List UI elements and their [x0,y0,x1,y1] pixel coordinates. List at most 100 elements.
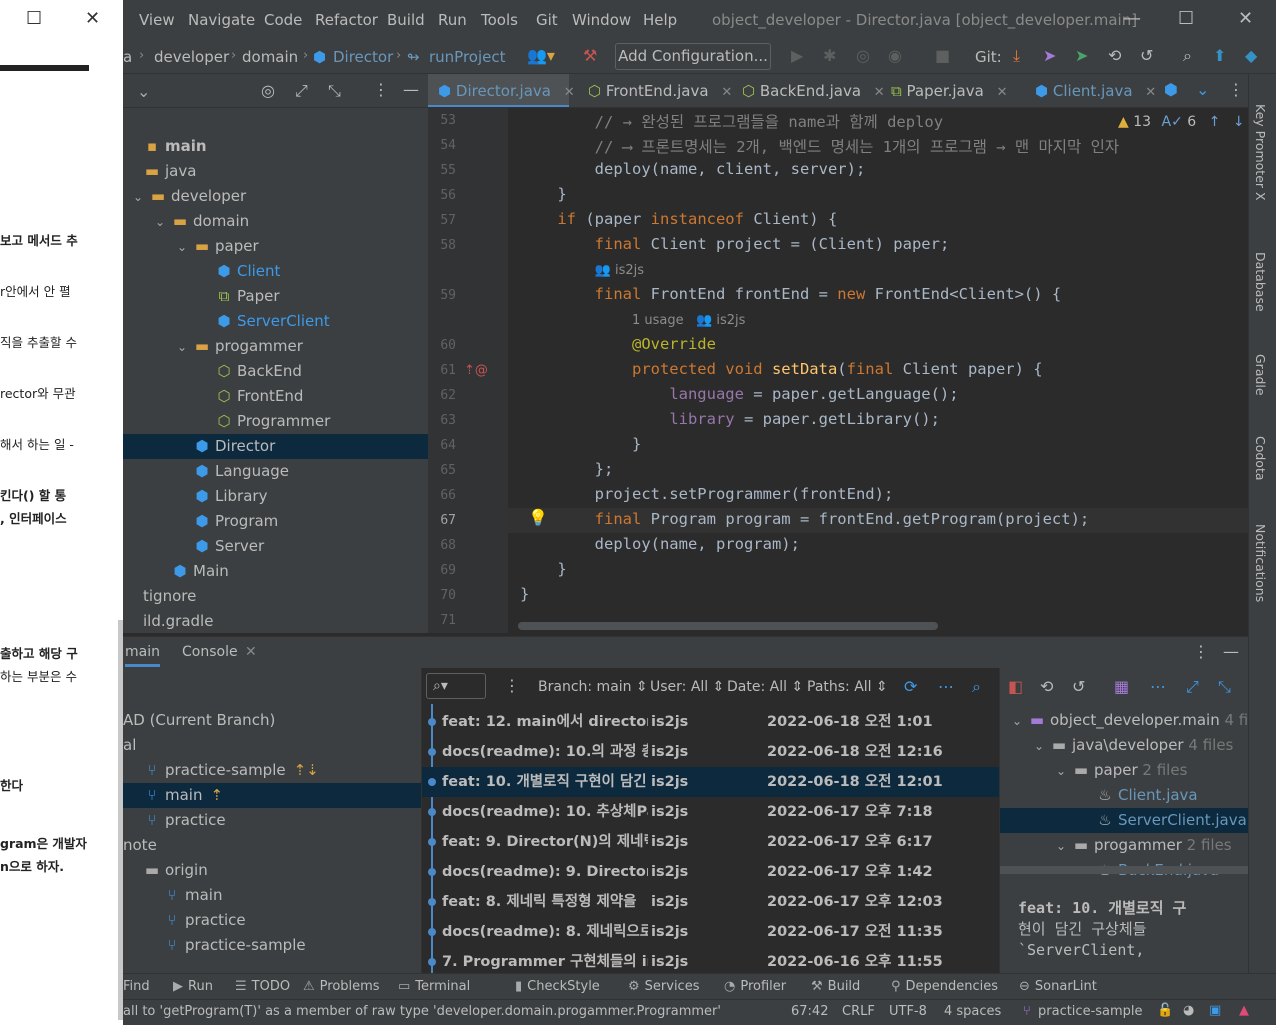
breadcrumb-root[interactable]: a [123,48,132,66]
expand-all-icon[interactable]: ⤢ [1186,677,1199,697]
chevron-down-icon[interactable]: ⌄ [1012,709,1028,734]
users-icon[interactable]: 👥▾ [527,46,555,65]
inspection-widget[interactable]: ▲ 13 A✓ 6 ↑ ↓ [1114,114,1248,130]
branch-item[interactable]: ▬ origin [123,858,421,883]
tree-item[interactable]: ⬢ Server [123,534,428,559]
notification-icon[interactable]: ▲ [1239,1003,1249,1018]
commit-row[interactable]: 7. Programmer 구현체들의 in is2js 2022-06-16 오후… [422,947,999,973]
tab-backend[interactable]: ⬡ BackEnd.java ✕ [732,74,885,107]
toolwindow-problems[interactable]: ⚠ Problems [303,979,380,994]
changed-file-item[interactable]: ⌄ ▬ progammer 2 files [1000,833,1248,858]
run-icon[interactable]: ▶ [791,46,803,65]
close-icon[interactable]: ✕ [85,8,100,29]
commit-icon[interactable]: ➤ [1043,46,1056,65]
grid-icon[interactable]: ▦ [1114,677,1129,696]
tab-list-icon[interactable]: ⌄ [1196,80,1209,99]
class-icon[interactable]: ⬢ [1164,80,1178,99]
toolwindow-run[interactable]: ▶ Run [173,979,213,994]
toolwindow-build[interactable]: ⚒ Build [811,979,860,994]
more-options-icon[interactable]: ⋮ [1193,642,1209,661]
menu-help[interactable]: Help [643,11,677,29]
toolwindow-terminal[interactable]: ▭ Terminal [398,979,470,994]
chevron-down-icon[interactable]: ⌄ [137,82,150,101]
history-icon[interactable]: ⟲ [1108,46,1121,65]
commit-row[interactable]: docs(readme): 10. 추상체Paperis2js 2022-06-1… [422,797,999,827]
stop-icon[interactable]: ■ [935,46,950,65]
date-filter[interactable]: Date: All ⇕ [727,679,803,695]
menu-refactor[interactable]: Refactor [315,11,378,29]
commit-row[interactable]: docs(readme): 8. 제네릭으로 Tis2js 2022-06-17 … [422,917,999,947]
toolwindow-services[interactable]: ⚙ Services [628,979,699,994]
gradle-tab[interactable]: Gradle [1253,354,1268,396]
tab-director[interactable]: ⬢ Director.java ✕ [428,74,575,107]
tree-item[interactable]: ⬡ Programmer [123,409,428,434]
menu-navigate[interactable]: Navigate [188,11,255,29]
collapse-all-icon[interactable]: ⤡ [328,81,341,101]
tree-item[interactable]: ild.gradle [123,609,428,633]
profile-icon[interactable]: ◉ [888,46,902,65]
next-highlight-icon[interactable]: ↓ [1233,114,1245,130]
close-icon[interactable]: ✕ [721,85,732,100]
tree-item[interactable]: ⬡ FrontEnd [123,384,428,409]
branch-item[interactable]: ⑂ main [123,883,421,908]
close-icon[interactable]: ✕ [997,85,1008,100]
toolwindow-profiler[interactable]: ◔ Profiler [724,979,786,994]
tree-item[interactable]: ⬡ BackEnd [123,359,428,384]
menu-git[interactable]: Git [536,11,558,29]
minimize-icon[interactable]: — [1123,8,1141,29]
hide-panel-icon[interactable]: — [1223,642,1239,661]
commit-row[interactable]: docs(readme): 9. Director(N)의is2js 2022-0… [422,857,999,887]
tree-item[interactable]: ▬ java [123,159,428,184]
hammer-icon[interactable]: ⚒ [583,46,597,65]
toolwindow-dependencies[interactable]: ⚲ Dependencies [891,979,998,994]
tree-item[interactable]: ⬢ Program [123,509,428,534]
update-project-icon[interactable]: ⤓ [1013,46,1020,66]
revert-icon[interactable]: ↺ [1072,677,1085,696]
horizontal-scrollbar[interactable] [1000,866,1248,874]
chevron-down-icon[interactable]: ⌄ [177,335,193,360]
tab-paper[interactable]: ⧉ Paper.java ✕ [881,74,1021,107]
menu-code[interactable]: Code [264,11,302,29]
diff-icon[interactable]: ◧ [1008,677,1023,696]
branch-item[interactable]: AD (Current Branch) [123,708,421,733]
chevron-down-icon[interactable]: ⌄ [1056,834,1072,859]
codota-tab[interactable]: Codota [1253,436,1268,481]
expand-all-icon[interactable]: ⤢ [295,81,308,101]
refresh-icon[interactable]: ⟳ [904,677,917,696]
override-icon[interactable]: ⇡@ [464,363,488,378]
toolwindow-checkstyle[interactable]: ▮ CheckStyle [515,979,600,994]
indent-setting[interactable]: 4 spaces [944,1004,1001,1019]
add-configuration-button[interactable]: Add Configuration... [615,43,771,70]
debug-icon[interactable]: ✱ [823,46,836,65]
caret-position[interactable]: 67:42 [791,1004,828,1019]
branch-item[interactable]: ⑂ main ⇡ [123,783,421,808]
tab-log-main[interactable]: main [125,644,160,667]
toolwindow-find[interactable]: Find [123,979,150,994]
branch-item[interactable]: note [123,833,421,858]
restore-icon[interactable]: ☐ [1178,8,1194,29]
tree-item[interactable]: ⧉ Paper [123,284,428,309]
branch-item[interactable]: al [123,733,421,758]
tree-item[interactable]: ⌄ ▬ developer [123,184,428,209]
tree-item[interactable]: ⬢ Library [123,484,428,509]
maximize-icon[interactable]: ☐ [26,8,42,29]
database-tab[interactable]: Database [1253,252,1268,312]
paths-filter[interactable]: Paths: All ⇕ [807,679,888,695]
breadcrumb-domain[interactable]: domain [242,48,298,66]
coverage-icon[interactable]: ◎ [856,46,870,65]
collapse-all-icon[interactable]: ⤡ [1218,677,1231,697]
code-editor[interactable]: 53 54 55 56 57 58 59 60 61 62 63 64 65 66 67 68 69 70 71 ⇡… [428,108,1248,633]
chevron-down-icon[interactable]: ⌄ [155,210,171,235]
more-options-icon[interactable]: ⋮ [504,676,520,695]
user-filter[interactable]: User: All ⇕ [650,679,724,695]
tree-item[interactable]: ▪ main [123,134,428,159]
toolwindow-sonarlint[interactable]: ⊖ SonarLint [1019,979,1097,994]
tree-item[interactable]: ⬢ Client [123,259,428,284]
more-options-icon[interactable]: ⋮ [373,80,389,99]
changed-file-item[interactable]: ♨ Client.java [1000,783,1248,808]
changed-file-item[interactable]: ⌄▬ object_developer.main 4 file [1000,708,1248,733]
current-branch[interactable]: practice-sample [1038,1004,1143,1019]
hide-panel-icon[interactable]: — [403,80,419,99]
commit-row[interactable]: feat: 10. 개별로직 구현이 담긴 is2js 2022-06-18 오전 … [422,767,999,797]
chevron-down-icon[interactable]: ⌄ [177,235,193,260]
